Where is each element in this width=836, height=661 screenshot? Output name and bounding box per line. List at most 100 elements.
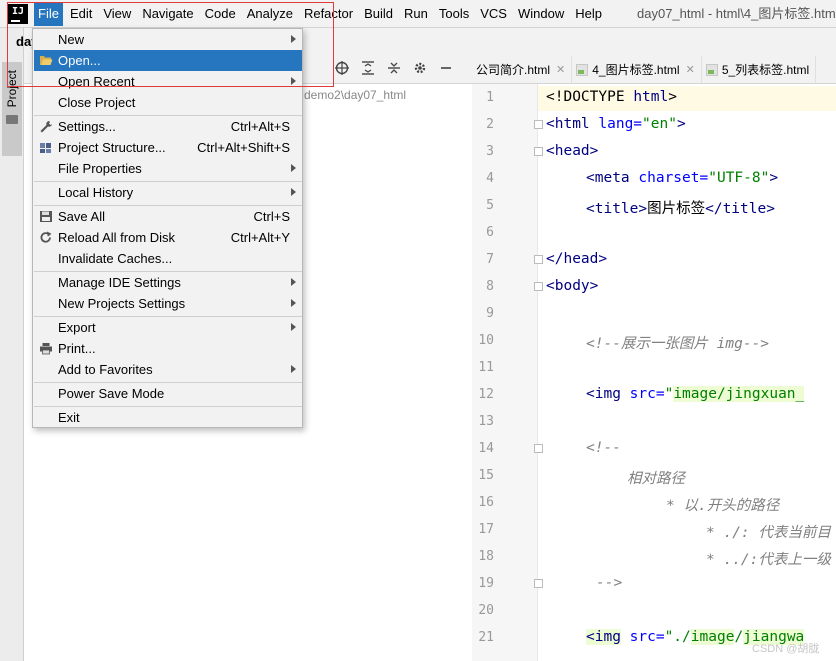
- code-line: <meta charset="UTF-8">: [586, 170, 779, 186]
- menu-code[interactable]: Code: [201, 2, 240, 26]
- close-icon[interactable]: ✕: [556, 63, 565, 76]
- line-number: 19: [478, 576, 494, 591]
- line-number: 21: [478, 630, 494, 645]
- menu-item-save-all[interactable]: Save All Ctrl+S: [34, 206, 302, 227]
- tab-company-intro[interactable]: 公司简介.html ✕: [472, 56, 573, 83]
- menu-item-power-save-mode[interactable]: Power Save Mode: [34, 383, 302, 404]
- code-line: * 以.开头的路径: [666, 498, 780, 514]
- menu-run[interactable]: Run: [400, 2, 432, 26]
- line-number: 18: [478, 549, 494, 564]
- menu-item-settings[interactable]: Settings... Ctrl+Alt+S: [34, 116, 302, 137]
- menu-item-close-project[interactable]: Close Project: [34, 92, 302, 113]
- menu-tools[interactable]: Tools: [435, 2, 473, 26]
- menu-item-new[interactable]: New: [34, 29, 302, 50]
- menu-item-open-recent[interactable]: Open Recent: [34, 71, 302, 92]
- fold-marker-icon[interactable]: [534, 120, 543, 129]
- menu-edit[interactable]: Edit: [66, 2, 96, 26]
- menu-refactor[interactable]: Refactor: [300, 2, 357, 26]
- submenu-arrow-icon: [291, 323, 296, 331]
- project-tree-path: demo2\day07_html: [304, 88, 407, 102]
- line-number: 4: [486, 171, 494, 186]
- submenu-arrow-icon: [291, 278, 296, 286]
- menu-item-manage-ide-settings[interactable]: Manage IDE Settings: [34, 272, 302, 293]
- line-number: 20: [478, 603, 494, 618]
- menu-window[interactable]: Window: [514, 2, 568, 26]
- fold-marker-icon[interactable]: [534, 444, 543, 453]
- line-number: 16: [478, 495, 494, 510]
- tab-image-tag[interactable]: 4_图片标签.html ✕: [572, 56, 702, 83]
- line-number: 2: [486, 117, 494, 132]
- tab-list-tag[interactable]: 5_列表标签.html: [702, 56, 817, 83]
- menu-item-export[interactable]: Export: [34, 317, 302, 338]
- menu-item-file-properties[interactable]: File Properties: [34, 158, 302, 179]
- menu-item-reload-all[interactable]: Reload All from Disk Ctrl+Alt+Y: [34, 227, 302, 248]
- line-number: 8: [486, 279, 494, 294]
- line-number: 1: [486, 90, 494, 105]
- code-line: <!DOCTYPE html>: [546, 89, 677, 105]
- menu-item-add-to-favorites[interactable]: Add to Favorites: [34, 359, 302, 380]
- fold-marker-icon[interactable]: [534, 282, 543, 291]
- menu-item-open[interactable]: Open...: [34, 50, 302, 71]
- menu-build[interactable]: Build: [360, 2, 397, 26]
- line-number: 7: [486, 252, 494, 267]
- window-title: day07_html - html\4_图片标签.html: [637, 6, 836, 21]
- menu-help[interactable]: Help: [571, 2, 606, 26]
- close-icon[interactable]: ✕: [686, 63, 695, 76]
- submenu-arrow-icon: [291, 299, 296, 307]
- line-number: 15: [478, 468, 494, 483]
- wrench-icon: [39, 120, 53, 133]
- project-panel-toolbar: [334, 60, 454, 76]
- menu-item-invalidate-caches[interactable]: Invalidate Caches...: [34, 248, 302, 269]
- fold-marker-icon[interactable]: [534, 579, 543, 588]
- tab-label: 4_图片标签.html: [592, 63, 680, 77]
- reload-icon: [39, 231, 53, 244]
- editor-tabs: 公司简介.html ✕ 4_图片标签.html ✕ 5_列表标签.html: [472, 56, 836, 84]
- submenu-arrow-icon: [291, 365, 296, 373]
- code-line: <!--展示一张图片 img-->: [586, 336, 770, 352]
- intellij-logo-icon: IJ: [8, 3, 28, 24]
- tab-label: 5_列表标签.html: [721, 63, 810, 77]
- line-number: 17: [478, 522, 494, 537]
- menu-vcs[interactable]: VCS: [476, 2, 511, 26]
- code-line: 相对路径: [627, 471, 685, 487]
- code-line: -->: [596, 575, 623, 591]
- fold-marker-icon[interactable]: [534, 255, 543, 264]
- expand-all-icon[interactable]: [360, 60, 376, 76]
- locate-icon[interactable]: [334, 60, 350, 76]
- project-tab-label: Project: [5, 70, 19, 108]
- menu-item-project-structure[interactable]: Project Structure... Ctrl+Alt+Shift+S: [34, 137, 302, 158]
- printer-icon: [39, 342, 53, 355]
- menu-bar: IJ File Edit View Navigate Code Analyze …: [0, 0, 836, 28]
- minimize-icon[interactable]: [438, 60, 454, 76]
- code-line: <!--: [586, 440, 621, 456]
- folder-icon: [6, 115, 18, 125]
- menu-navigate[interactable]: Navigate: [138, 2, 197, 26]
- code-line: * ./: 代表当前目: [706, 525, 831, 541]
- submenu-arrow-icon: [291, 35, 296, 43]
- menu-view[interactable]: View: [99, 2, 135, 26]
- menu-item-local-history[interactable]: Local History: [34, 182, 302, 203]
- menu-item-new-projects-settings[interactable]: New Projects Settings: [34, 293, 302, 314]
- fold-marker-icon[interactable]: [534, 147, 543, 156]
- watermark: CSDN @胡胧: [752, 643, 820, 655]
- project-tool-tab[interactable]: Project: [2, 62, 22, 156]
- html-file-icon: [576, 63, 589, 76]
- code-line: <body>: [546, 278, 599, 294]
- menu-file[interactable]: File: [34, 1, 63, 26]
- submenu-arrow-icon: [291, 164, 296, 172]
- project-structure-icon: [39, 141, 53, 154]
- line-number: 6: [486, 225, 494, 240]
- save-icon: [39, 210, 53, 223]
- submenu-arrow-icon: [291, 77, 296, 85]
- code-line: * ../:代表上一级: [706, 552, 831, 568]
- menu-item-exit[interactable]: Exit: [34, 407, 302, 428]
- folder-open-icon: [39, 54, 53, 67]
- menu-item-print[interactable]: Print...: [34, 338, 302, 359]
- collapse-all-icon[interactable]: [386, 60, 402, 76]
- menu-analyze[interactable]: Analyze: [243, 2, 297, 26]
- code-line: <html lang="en">: [546, 116, 686, 132]
- code-line: </head>: [546, 251, 608, 267]
- line-number-gutter: 1 2 3 4 5 6 7 8 9 10 11 12 13 14 15 16 1…: [472, 84, 538, 661]
- gear-icon[interactable]: [412, 60, 428, 76]
- html-file-icon: [705, 63, 718, 76]
